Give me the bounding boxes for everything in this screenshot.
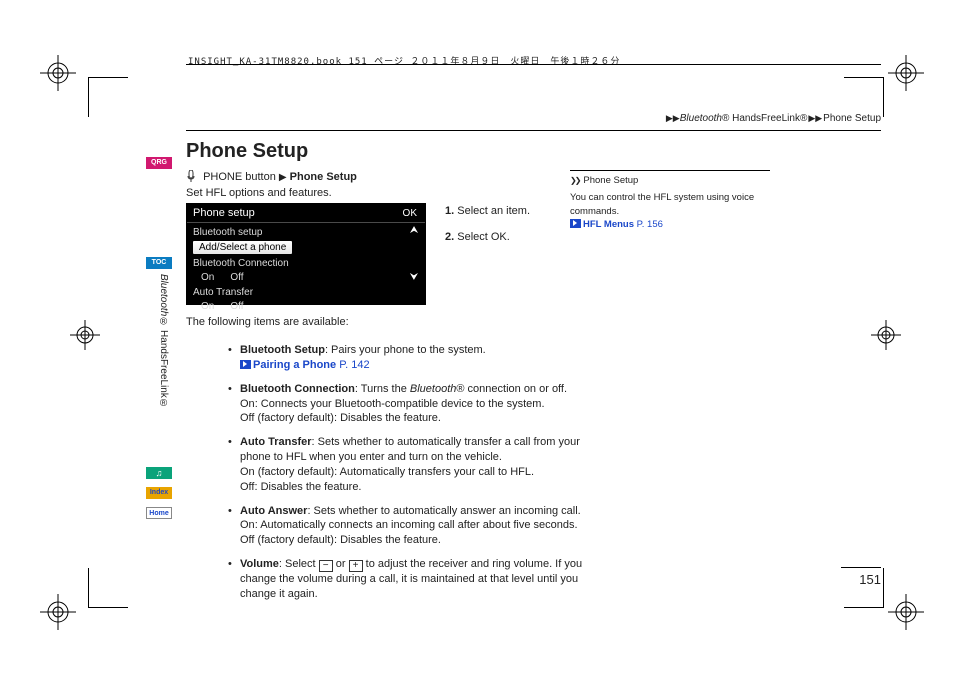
voice-icon: [186, 170, 196, 182]
tab-home[interactable]: Home: [146, 507, 172, 519]
page-num-rule: [841, 567, 881, 568]
link-icon: [240, 360, 251, 369]
reg-mark-icon: [871, 320, 901, 350]
page-number: 151: [859, 572, 881, 587]
list-item: Bluetooth Setup: Pairs your phone to the…: [240, 343, 590, 373]
ss-row: Bluetooth setup: [193, 226, 419, 240]
side-note: ❯❯Phone Setup You can control the HFL sy…: [570, 170, 770, 231]
list-item: Auto Transfer: Sets whether to automatic…: [240, 435, 590, 494]
list-item: Auto Answer: Sets whether to automatical…: [240, 504, 590, 549]
source-meta: INSIGHT_KA-31TM8820.book 151 ページ ２０１１年８月…: [188, 54, 620, 67]
subtitle: Set HFL options and features.: [186, 187, 332, 199]
top-rule: [186, 64, 881, 65]
ss-ok: OK: [401, 208, 419, 219]
tab-qrg[interactable]: QRG: [146, 157, 172, 169]
minus-icon: −: [319, 560, 333, 572]
reg-mark-icon: [888, 55, 924, 91]
link-pairing[interactable]: Pairing a Phone: [253, 359, 336, 371]
reg-mark-icon: [40, 55, 76, 91]
ss-row: Bluetooth Connection: [193, 257, 419, 271]
plus-icon: +: [349, 560, 363, 572]
link-hfl-menus[interactable]: HFL Menus: [583, 219, 634, 230]
available-label: The following items are available:: [186, 316, 349, 328]
tab-toc[interactable]: TOC: [146, 257, 172, 269]
tab-index[interactable]: Index: [146, 487, 172, 499]
up-arrow-icon: ⮝: [407, 225, 421, 236]
reg-mark-icon: [40, 594, 76, 630]
nav-path: PHONE button ▶ Phone Setup: [186, 170, 357, 183]
side-section-label: Bluetooth® HandsFreeLink®: [158, 274, 169, 409]
link-icon: [570, 219, 581, 228]
page-title: Phone Setup: [186, 140, 308, 163]
breadcrumb: ▶▶Bluetooth® HandsFreeLink®▶▶Phone Setup: [666, 113, 881, 124]
ss-row: Auto Transfer: [193, 286, 419, 300]
tab-voice[interactable]: ♫: [146, 467, 172, 479]
list-item: Volume: Select − or + to adjust the rece…: [240, 557, 590, 602]
content-rule: [186, 130, 881, 131]
device-screenshot: Phone setup OK ⮝ ⮟ Bluetooth setup Add/Se…: [186, 203, 426, 305]
list-item: Bluetooth Connection: Turns the Bluetoot…: [240, 382, 590, 427]
reg-mark-icon: [888, 594, 924, 630]
ss-selected: Add/Select a phone: [193, 241, 292, 254]
feature-list: Bluetooth Setup: Pairs your phone to the…: [200, 343, 590, 611]
steps: 1. Select an item. 2. Select OK.: [445, 203, 530, 246]
reg-mark-icon: [70, 320, 100, 350]
ss-title: Phone setup: [193, 207, 255, 219]
down-arrow-icon: ⮟: [407, 272, 421, 283]
